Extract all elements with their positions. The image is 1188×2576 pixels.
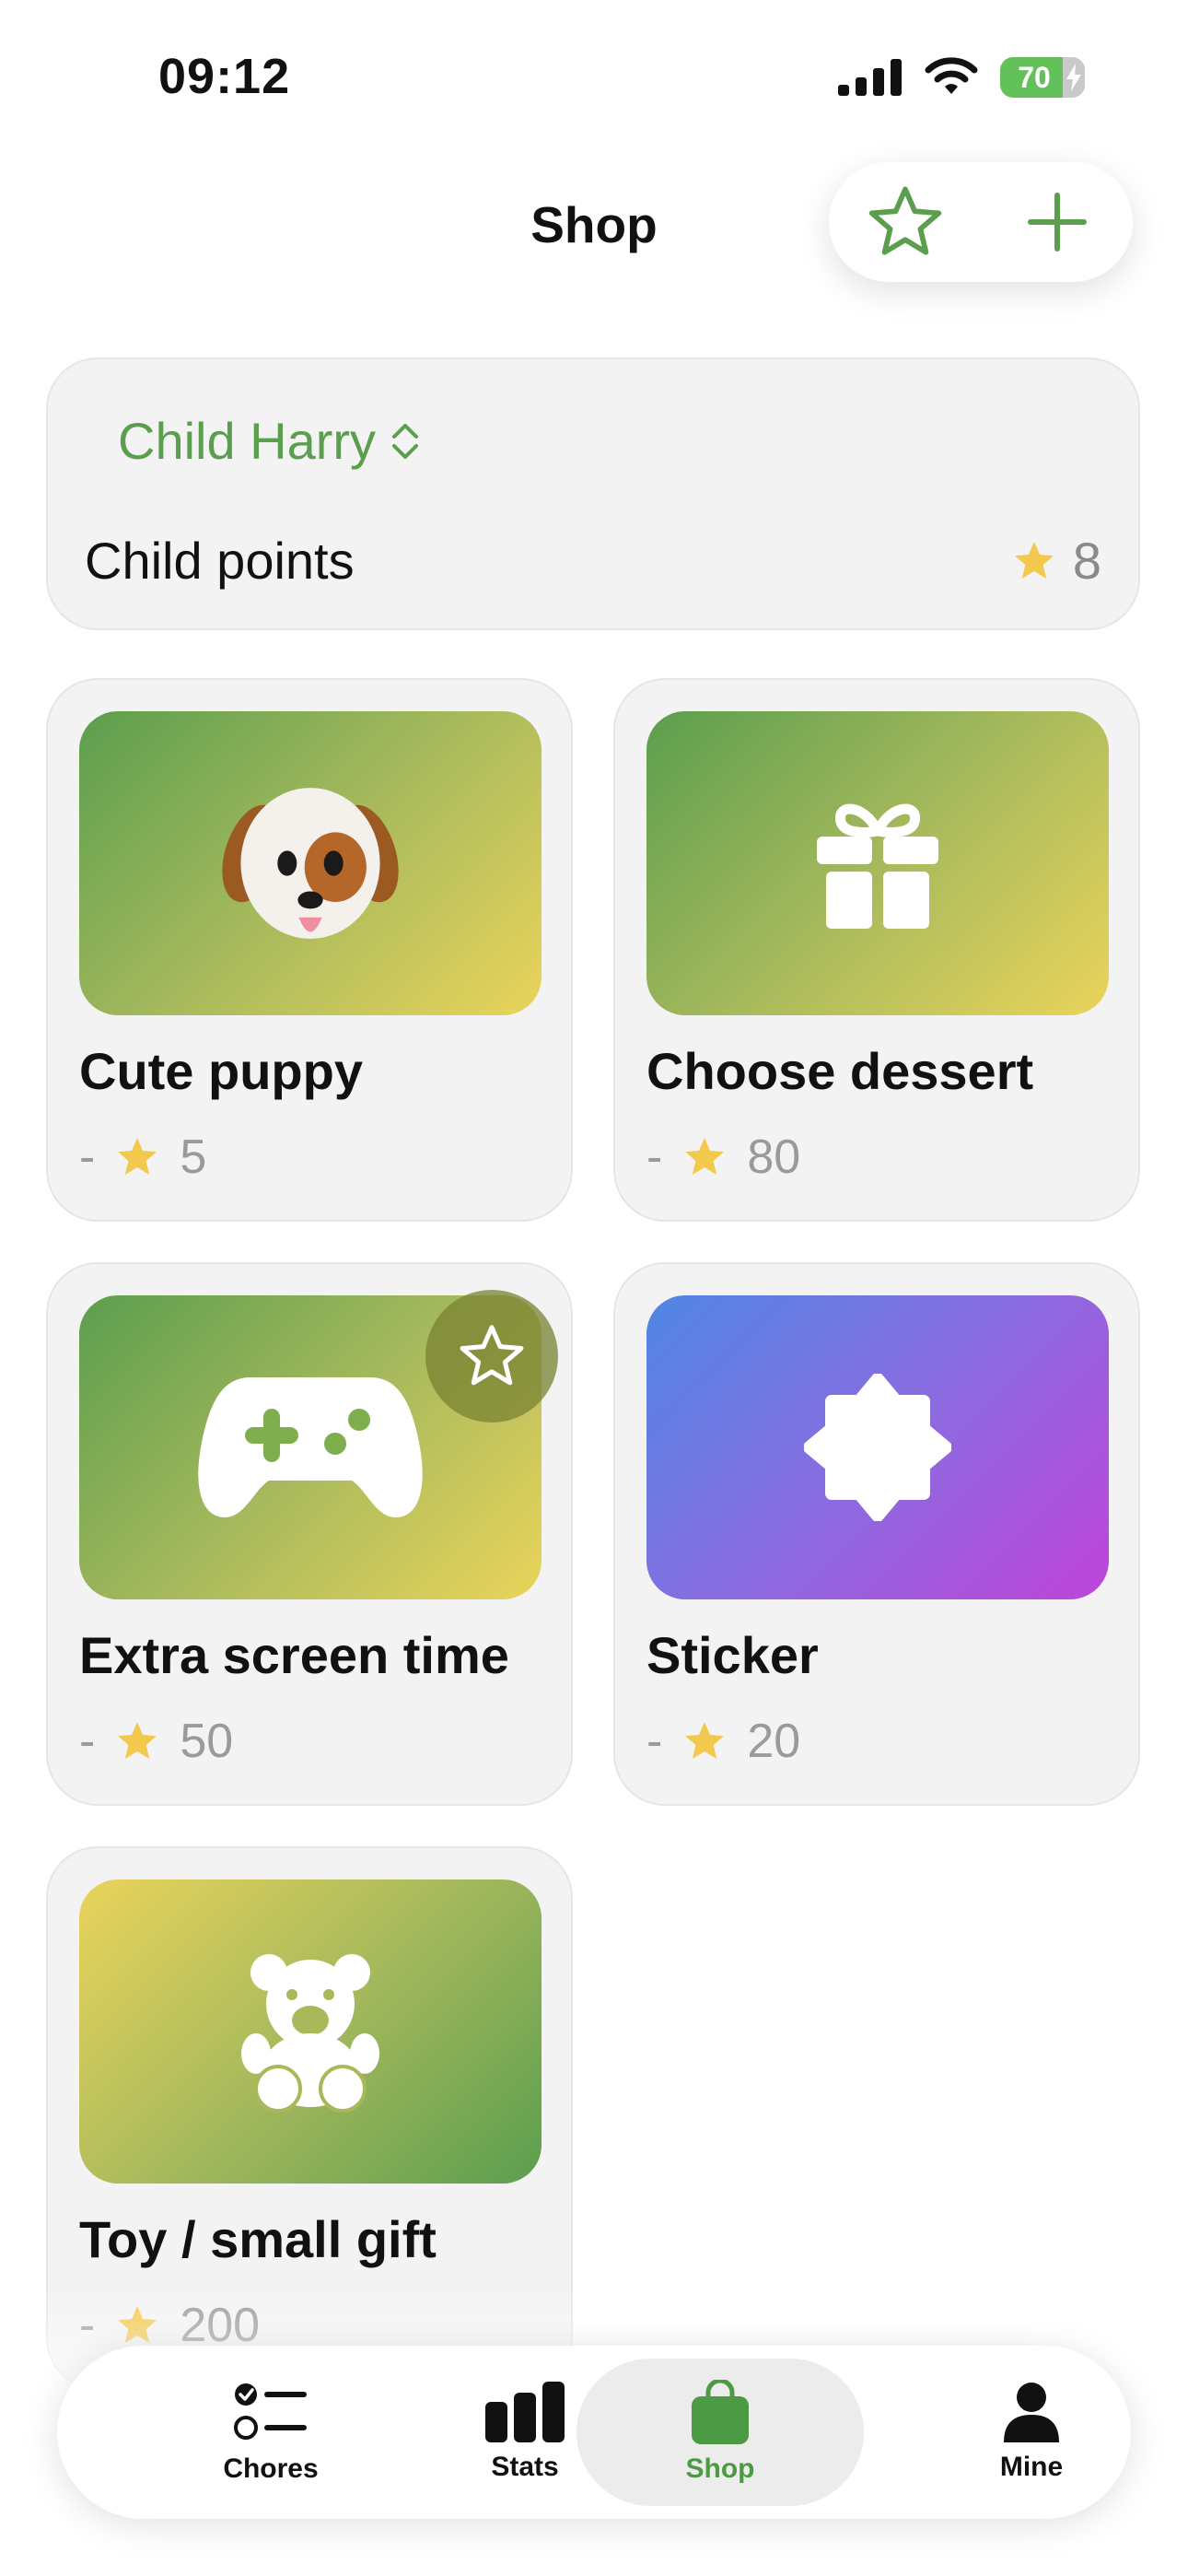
star-icon bbox=[685, 1138, 725, 1175]
reward-card-extra-screen-time[interactable]: Extra screen time - 50 bbox=[46, 1262, 573, 1806]
tab-label: Mine bbox=[999, 2452, 1064, 2482]
status-time: 09:12 bbox=[158, 49, 291, 104]
price-dash: - bbox=[79, 1130, 96, 1184]
reward-name: Sticker bbox=[646, 1626, 819, 1684]
star-icon bbox=[118, 1138, 157, 1175]
price-dash: - bbox=[79, 1715, 96, 1768]
tab-mine[interactable]: Mine bbox=[893, 2346, 1170, 2519]
points-label: Child points bbox=[85, 532, 355, 590]
star-icon bbox=[118, 1722, 157, 1759]
reward-name: Extra screen time bbox=[79, 1626, 509, 1684]
star-outline-icon bbox=[460, 1325, 524, 1386]
header-actions bbox=[829, 162, 1133, 282]
tab-bar: Chores Stats Shop Mine bbox=[57, 2346, 1131, 2519]
reward-thumbnail bbox=[79, 1879, 542, 2184]
favorites-button[interactable] bbox=[855, 171, 956, 273]
game-controller-icon bbox=[198, 1377, 423, 1517]
reward-price: - 50 bbox=[79, 1714, 233, 1769]
reward-price: - 20 bbox=[646, 1714, 800, 1769]
price-dash: - bbox=[646, 1130, 663, 1184]
add-reward-button[interactable] bbox=[1007, 171, 1108, 273]
checklist-icon bbox=[234, 2383, 307, 2440]
charging-bolt-icon bbox=[1066, 64, 1081, 91]
tab-label: Shop bbox=[685, 2453, 755, 2484]
reward-cost: 20 bbox=[747, 1715, 801, 1768]
child-name: Child Harry bbox=[118, 412, 377, 470]
reward-cost: 50 bbox=[180, 1715, 234, 1768]
battery-level: 70 bbox=[1018, 60, 1051, 94]
tab-shop[interactable]: Shop bbox=[577, 2359, 864, 2506]
reward-price: - 80 bbox=[646, 1130, 800, 1185]
star-outline-icon bbox=[868, 186, 941, 255]
person-icon bbox=[1004, 2383, 1059, 2442]
star-icon bbox=[685, 1722, 725, 1759]
teddy-bear-icon bbox=[241, 1954, 379, 2113]
favorite-badge[interactable] bbox=[425, 1290, 558, 1423]
reward-name: Cute puppy bbox=[79, 1042, 363, 1100]
child-summary-card: Child Harry Child points 8 bbox=[46, 357, 1140, 630]
plus-icon bbox=[1027, 193, 1087, 252]
puppy-emoji bbox=[222, 788, 399, 939]
status-icons: 70 bbox=[838, 57, 1085, 98]
child-picker[interactable]: Child Harry bbox=[118, 411, 422, 471]
points-balance: 8 bbox=[1012, 531, 1101, 591]
sticker-badge-icon bbox=[804, 1374, 951, 1521]
points-value: 8 bbox=[1072, 532, 1101, 590]
reward-cost: 80 bbox=[747, 1130, 801, 1184]
battery-indicator: 70 bbox=[1000, 57, 1085, 98]
reward-name: Choose dessert bbox=[646, 1042, 1034, 1100]
reward-name: Toy / small gift bbox=[79, 2210, 437, 2268]
reward-thumbnail bbox=[646, 1295, 1109, 1599]
reward-thumbnail bbox=[79, 711, 542, 1015]
reward-thumbnail bbox=[646, 711, 1109, 1015]
gift-icon bbox=[817, 803, 938, 929]
reward-cost: 5 bbox=[180, 1130, 207, 1184]
price-dash: - bbox=[646, 1715, 663, 1768]
star-icon bbox=[1014, 541, 1054, 579]
reward-card-cute-puppy[interactable]: Cute puppy - 5 bbox=[46, 678, 573, 1222]
shopping-bag-icon bbox=[692, 2380, 749, 2444]
reward-card-choose-dessert[interactable]: Choose dessert - 80 bbox=[613, 678, 1140, 1222]
wifi-icon bbox=[925, 57, 978, 94]
reward-price: - 5 bbox=[79, 1130, 206, 1185]
tab-label: Chores bbox=[223, 2453, 319, 2484]
bar-chart-icon bbox=[485, 2382, 565, 2442]
reward-card-sticker[interactable]: Sticker - 20 bbox=[613, 1262, 1140, 1806]
tab-label: Stats bbox=[491, 2452, 559, 2482]
cellular-signal-icon bbox=[838, 59, 902, 96]
chevron-up-down-icon bbox=[392, 423, 419, 459]
tab-chores[interactable]: Chores bbox=[133, 2346, 409, 2519]
